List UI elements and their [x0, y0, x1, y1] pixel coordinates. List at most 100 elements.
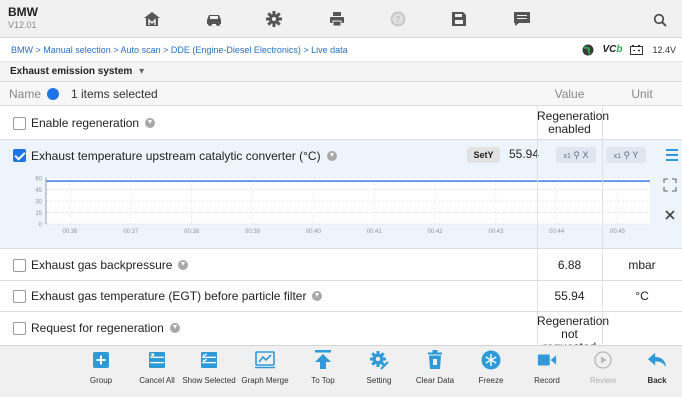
graph-merge-icon: [255, 350, 275, 370]
selection-count: 1 items selected: [71, 87, 158, 101]
cancel-all-button[interactable]: Cancel All: [130, 350, 184, 385]
unit-column-header: Unit: [631, 87, 653, 101]
back-button[interactable]: Back: [630, 350, 682, 385]
parameter-name: Exhaust gas temperature (EGT) before par…: [31, 289, 323, 303]
row-checkbox[interactable]: [13, 290, 26, 303]
graph-merge-button[interactable]: Graph Merge: [238, 350, 292, 385]
x-tick-label: 00:36: [62, 229, 78, 235]
review-label: Review: [589, 376, 617, 385]
network-globe-icon: [582, 44, 594, 56]
system-selector[interactable]: Exhaust emission system ▾: [0, 62, 682, 82]
graph-merge-label: Graph Merge: [241, 376, 289, 385]
show-selected-label: Show Selected: [182, 376, 236, 385]
bottom-toolbar: Group Cancel All Show Selected Graph Mer…: [0, 345, 682, 397]
freeze-button[interactable]: Freeze: [464, 350, 518, 385]
checklist-selected-icon: [199, 350, 219, 370]
breadcrumb-text: BMW > Manual selection > Auto scan > DDE…: [11, 45, 348, 55]
zoom-x-button[interactable]: x1 ⚲ X: [556, 147, 596, 163]
clear-data-label: Clear Data: [415, 376, 455, 385]
system-selector-label: Exhaust emission system: [10, 66, 133, 77]
list-item[interactable]: Exhaust gas backpressure 6.88 mbar: [0, 249, 682, 281]
vci-status-badge: VCb: [602, 38, 622, 62]
graph-row[interactable]: Exhaust temperature upstream catalytic c…: [0, 140, 682, 249]
show-selected-button[interactable]: Show Selected: [182, 350, 236, 385]
back-label: Back: [647, 376, 667, 385]
vehicle-service-icon[interactable]: [204, 9, 224, 29]
video-camera-icon: [537, 350, 557, 370]
row-checkbox-checked[interactable]: [13, 149, 26, 162]
battery-voltage: 12.4V: [652, 45, 676, 55]
parameter-value: 55.94: [554, 289, 585, 303]
plus-box-icon: [91, 350, 111, 370]
parameter-value: 55.94: [509, 147, 540, 161]
row-checkbox[interactable]: [13, 322, 26, 335]
x-tick-label: 00:42: [427, 229, 443, 235]
settings-gear-icon[interactable]: [264, 9, 284, 29]
parameter-value: 6.88: [557, 258, 582, 272]
list-item[interactable]: Request for regeneration Regeneration no…: [0, 312, 682, 354]
expand-info-icon[interactable]: [145, 118, 156, 128]
chevron-down-icon: ▾: [139, 66, 145, 77]
sort-toggle-icon[interactable]: [47, 88, 59, 100]
back-arrow-icon: [647, 350, 667, 370]
list-item[interactable]: Enable regeneration Regeneration enabled: [0, 106, 682, 140]
set-y-button[interactable]: SetY: [467, 147, 500, 163]
clear-data-button[interactable]: Clear Data: [408, 350, 462, 385]
close-graph-icon[interactable]: [664, 209, 676, 221]
parameter-label: Request for regeneration: [31, 321, 164, 335]
live-graph[interactable]: 60 45 30 15 0 00:36 00:37 00:38 00:39 00:40 00:41 0…: [10, 172, 660, 242]
x-tick-label: 00:39: [245, 229, 261, 235]
row-checkbox[interactable]: [13, 117, 26, 130]
x-tick-label: 00:44: [549, 229, 565, 235]
menu-icon[interactable]: [666, 149, 678, 164]
x-tick-label: 00:37: [123, 229, 139, 235]
print-icon[interactable]: [327, 9, 347, 29]
cancel-all-label: Cancel All: [139, 376, 175, 385]
expand-info-icon[interactable]: [178, 260, 189, 270]
fullscreen-icon[interactable]: [663, 178, 677, 192]
record-button[interactable]: Record: [520, 350, 574, 385]
parameter-label: Exhaust gas backpressure: [31, 258, 173, 272]
save-icon[interactable]: [449, 9, 469, 29]
record-label: Record: [534, 376, 560, 385]
list-item[interactable]: Exhaust gas temperature (EGT) before par…: [0, 281, 682, 312]
snowflake-icon: [481, 350, 501, 370]
row-checkbox[interactable]: [13, 259, 26, 272]
search-icon[interactable]: [650, 10, 670, 30]
software-version: V12.01: [8, 20, 37, 30]
parameter-name: Exhaust gas backpressure: [31, 258, 189, 272]
parameter-unit: mbar: [628, 258, 656, 272]
group-button[interactable]: Group: [74, 350, 128, 385]
to-top-button[interactable]: To Top: [296, 350, 350, 385]
x-tick-label: 00:41: [367, 229, 383, 235]
zoom-y-multiplier: x1: [613, 153, 621, 160]
y-tick-label: 60: [35, 177, 42, 183]
setting-button[interactable]: Setting: [352, 350, 406, 385]
expand-info-icon[interactable]: [312, 291, 323, 301]
to-top-label: To Top: [311, 376, 335, 385]
zoom-y-label: Y: [632, 150, 639, 160]
value-line-2: enabled: [548, 122, 591, 136]
y-tick-label: 45: [35, 188, 42, 194]
parameter-name: Request for regeneration: [31, 321, 180, 335]
review-button[interactable]: Review: [576, 350, 630, 385]
zoom-y-button[interactable]: x1 ⚲ Y: [606, 147, 646, 163]
parameter-unit: °C: [635, 289, 649, 303]
help-icon[interactable]: ?: [388, 9, 408, 29]
breadcrumb: BMW > Manual selection > Auto scan > DDE…: [0, 38, 682, 62]
y-tick-label: 15: [35, 211, 42, 217]
message-icon[interactable]: [512, 9, 532, 29]
column-divider: [537, 106, 538, 344]
trash-icon: [425, 350, 445, 370]
checklist-cancel-icon: [147, 350, 167, 370]
x-tick-label: 00:40: [306, 229, 322, 235]
group-label: Group: [89, 376, 113, 385]
to-top-icon: [313, 350, 333, 370]
expand-info-icon[interactable]: [326, 151, 337, 161]
zoom-x-label: X: [582, 150, 589, 160]
list-header: Name 1 items selected Value Unit: [0, 82, 682, 106]
expand-info-icon[interactable]: [169, 323, 180, 333]
svg-text:?: ?: [396, 15, 400, 24]
freeze-label: Freeze: [478, 376, 504, 385]
home-icon[interactable]: [142, 9, 162, 29]
